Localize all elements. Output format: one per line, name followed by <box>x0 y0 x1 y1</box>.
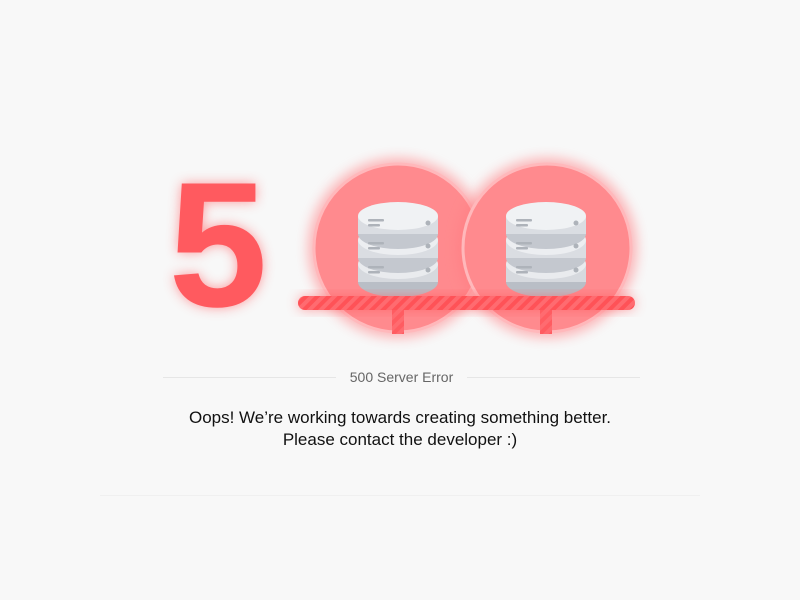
error-title: 500 Server Error <box>349 369 454 385</box>
server-database-icon <box>358 202 438 297</box>
error-message-line-1: Oops! We’re working towards creating som… <box>188 408 612 427</box>
error-digit-five: 5 <box>169 145 268 344</box>
error-message: Oops! We’re working towards creating som… <box>100 407 700 451</box>
title-divider: 500 Server Error <box>163 367 641 387</box>
divider-line-right <box>467 376 641 378</box>
error-page: 5 5 500 Server Error Oops! We’re working… <box>0 0 800 600</box>
error-message-line-2: Please contact the developer :) <box>282 430 518 449</box>
error-illustration: 5 5 <box>169 145 637 344</box>
server-database-icon <box>506 202 586 297</box>
divider-line-left <box>163 376 336 378</box>
